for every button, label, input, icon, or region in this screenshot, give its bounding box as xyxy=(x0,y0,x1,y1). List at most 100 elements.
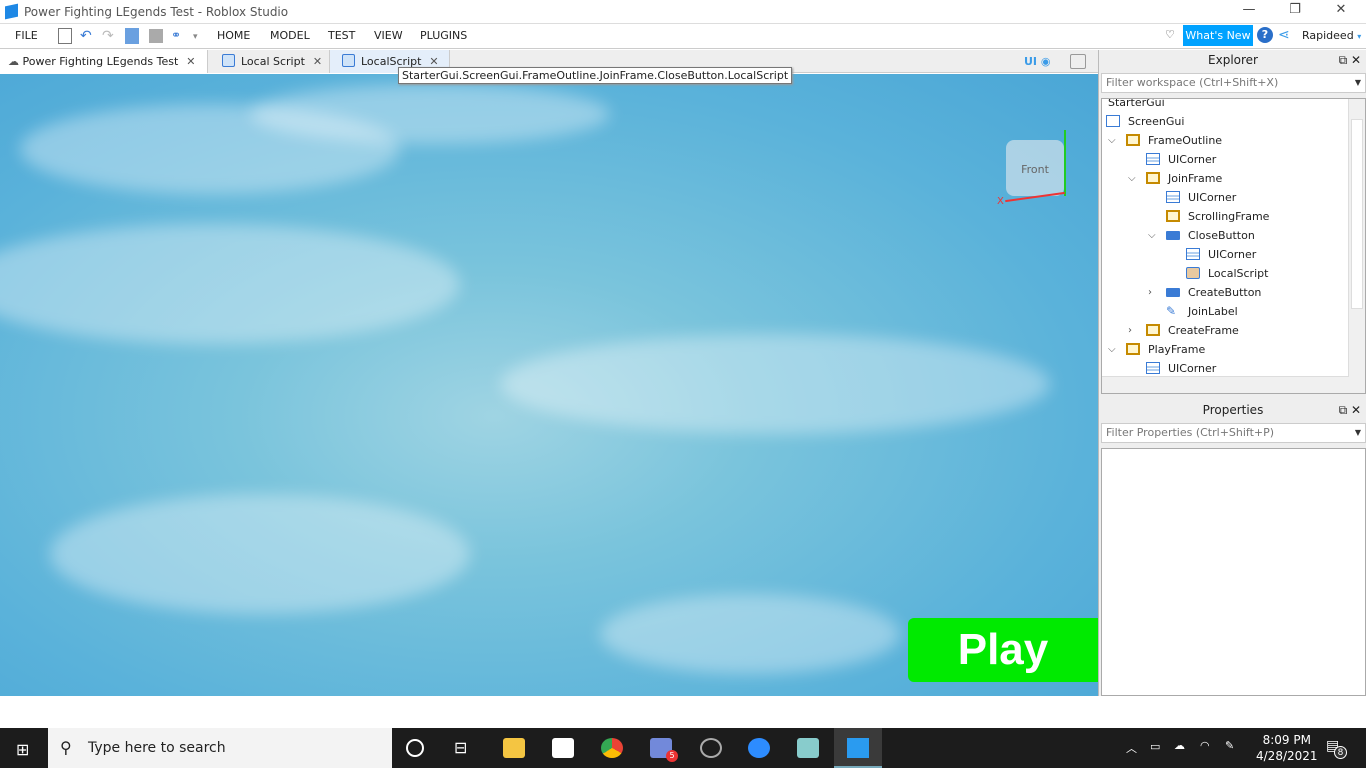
side-panel: Explorer ⧉ ✕ Filter workspace (Ctrl+Shift… xyxy=(1098,50,1366,696)
menu-view[interactable]: VIEW xyxy=(374,29,403,42)
eye-icon: ◉ xyxy=(1040,55,1051,68)
menu-file[interactable]: FILE xyxy=(15,29,38,42)
expanded-chevron-icon[interactable]: ⌵ xyxy=(1108,131,1118,150)
3d-viewport[interactable] xyxy=(0,74,1098,696)
share-icon[interactable]: ⋖ xyxy=(1278,27,1290,43)
tree-item-uicorner[interactable]: UICorner xyxy=(1186,245,1256,264)
time: 8:09 PM xyxy=(1262,733,1311,747)
view-cube-gizmo[interactable]: Front xyxy=(1006,140,1064,196)
frame-icon xyxy=(1126,134,1140,146)
properties-window-controls[interactable]: ⧉ ✕ xyxy=(1339,400,1361,421)
menu-test[interactable]: TEST xyxy=(328,29,355,42)
tree-item-closebutton[interactable]: ⌵ CloseButton xyxy=(1146,226,1255,245)
uicorner-icon xyxy=(1166,191,1180,203)
item-label: LocalScript xyxy=(1208,267,1269,280)
item-label: CloseButton xyxy=(1188,229,1255,242)
dropdown-arrow-icon[interactable]: ▼ xyxy=(1355,424,1361,442)
onedrive-icon[interactable]: ☁ xyxy=(1174,739,1185,752)
show-hidden-icons[interactable]: ︿ xyxy=(1126,740,1137,756)
scroll-thumb[interactable] xyxy=(1351,119,1363,309)
undo-icon[interactable]: ↶ xyxy=(80,28,94,44)
item-label: JoinFrame xyxy=(1168,172,1223,185)
search-placeholder: Type here to search xyxy=(88,740,226,756)
script-icon xyxy=(222,54,235,67)
close-tab-icon[interactable]: ✕ xyxy=(186,55,195,68)
user-menu[interactable]: Rapideed ▾ xyxy=(1302,29,1361,42)
task-view-icon[interactable]: ⊟ xyxy=(454,738,476,758)
discord-icon[interactable]: 5 xyxy=(650,738,678,762)
binoculars-icon[interactable]: ⚭ xyxy=(171,28,185,44)
tree-item-scrollingframe[interactable]: ScrollingFrame xyxy=(1166,207,1269,226)
properties-filter-input[interactable]: Filter Properties (Ctrl+Shift+P) ▼ xyxy=(1101,423,1366,443)
explorer-horizontal-scrollbar[interactable] xyxy=(1102,376,1349,393)
dropdown-arrow-icon[interactable]: ▼ xyxy=(1355,74,1361,92)
whats-new-button[interactable]: What's New xyxy=(1183,25,1253,46)
explorer-window-controls[interactable]: ⧉ ✕ xyxy=(1339,50,1361,71)
expanded-chevron-icon[interactable]: ⌵ xyxy=(1148,226,1158,245)
stop-icon[interactable] xyxy=(149,29,163,43)
roblox-studio-icon xyxy=(847,738,869,758)
tree-item-screengui[interactable]: ScreenGui xyxy=(1106,112,1184,131)
properties-header: Properties ⧉ ✕ xyxy=(1099,400,1366,421)
menu-model[interactable]: MODEL xyxy=(270,29,310,42)
tree-item-uicorner[interactable]: UICorner xyxy=(1146,150,1216,169)
action-center-icon[interactable]: ▤ 8 xyxy=(1326,738,1347,759)
cortana-icon[interactable] xyxy=(406,739,424,757)
close-window-button[interactable]: ✕ xyxy=(1318,2,1364,22)
pen-icon[interactable]: ✎ xyxy=(1225,739,1234,752)
customize-dropdown-icon[interactable]: ▾ xyxy=(193,32,207,48)
help-icon[interactable]: ? xyxy=(1257,27,1273,43)
tree-item-playframe[interactable]: ⌵ PlayFrame xyxy=(1106,340,1205,359)
tree-item-joinlabel[interactable]: ✎ JoinLabel xyxy=(1166,302,1238,321)
roblox-studio-taskbar-button[interactable] xyxy=(834,728,882,768)
tree-item-createframe[interactable]: › CreateFrame xyxy=(1126,321,1239,340)
roblox-studio-logo-icon xyxy=(5,3,18,20)
battery-icon[interactable]: ▭ xyxy=(1150,740,1160,753)
github-icon[interactable] xyxy=(700,738,722,758)
publish-icon[interactable] xyxy=(125,28,139,44)
wifi-icon[interactable]: ◠ xyxy=(1200,739,1210,752)
uicorner-icon xyxy=(1186,248,1200,260)
minimize-button[interactable]: — xyxy=(1226,2,1272,22)
expanded-chevron-icon[interactable]: ⌵ xyxy=(1128,169,1138,188)
expanded-chevron-icon[interactable]: ⌵ xyxy=(1108,340,1118,359)
redo-icon[interactable]: ↷ xyxy=(102,28,116,44)
menu-home[interactable]: HOME xyxy=(217,29,250,42)
clock[interactable]: 8:09 PM 4/28/2021 xyxy=(1256,732,1318,764)
microsoft-store-icon[interactable] xyxy=(552,738,574,758)
explorer-filter-input[interactable]: Filter workspace (Ctrl+Shift+X) ▼ xyxy=(1101,73,1366,93)
ui-visibility-toggle[interactable]: UI ◉ xyxy=(1024,55,1050,68)
favorite-heart-icon[interactable]: ♡ xyxy=(1165,28,1175,41)
maximize-button[interactable]: ❐ xyxy=(1272,2,1318,22)
explorer-title: Explorer xyxy=(1208,53,1258,67)
play-button[interactable]: Play xyxy=(908,618,1098,682)
filter-placeholder: Filter workspace (Ctrl+Shift+X) xyxy=(1106,76,1279,89)
title-bar: Power Fighting LEgends Test - Roblox Stu… xyxy=(0,0,1366,24)
search-icon: ⚲ xyxy=(60,738,72,757)
tree-item-frameoutline[interactable]: ⌵ FrameOutline xyxy=(1106,131,1222,150)
tree-item-joinframe[interactable]: ⌵ JoinFrame xyxy=(1126,169,1222,188)
gizmo-front-label: Front xyxy=(1021,163,1049,176)
device-emulator-icon[interactable] xyxy=(1070,54,1086,69)
chrome-icon[interactable] xyxy=(601,738,623,758)
zoom-icon[interactable] xyxy=(748,738,770,758)
explorer-vertical-scrollbar[interactable] xyxy=(1348,99,1365,393)
taskbar-search-box[interactable]: ⚲ Type here to search xyxy=(48,728,392,768)
close-tab-icon[interactable]: ✕ xyxy=(313,55,322,68)
properties-grid xyxy=(1101,448,1366,696)
tree-item-startergui[interactable]: StarterGui xyxy=(1108,99,1165,112)
tree-item-createbutton[interactable]: › CreateButton xyxy=(1146,283,1261,302)
notification-count: 8 xyxy=(1334,746,1347,759)
menu-plugins[interactable]: PLUGINS xyxy=(420,29,467,42)
new-file-icon[interactable] xyxy=(58,28,72,44)
collapsed-chevron-icon[interactable]: › xyxy=(1128,321,1138,340)
tab-local-script[interactable]: Local Script ✕ xyxy=(208,50,330,73)
item-label: JoinLabel xyxy=(1188,305,1238,318)
file-explorer-icon[interactable] xyxy=(503,738,525,758)
tree-item-localscript[interactable]: LocalScript xyxy=(1186,264,1268,283)
collapsed-chevron-icon[interactable]: › xyxy=(1148,283,1158,302)
tree-item-uicorner[interactable]: UICorner xyxy=(1166,188,1236,207)
app-icon[interactable] xyxy=(797,738,819,758)
tab-place[interactable]: ☁ Power Fighting LEgends Test ✕ xyxy=(0,50,208,73)
windows-start-icon[interactable]: ⊞ xyxy=(16,740,29,759)
